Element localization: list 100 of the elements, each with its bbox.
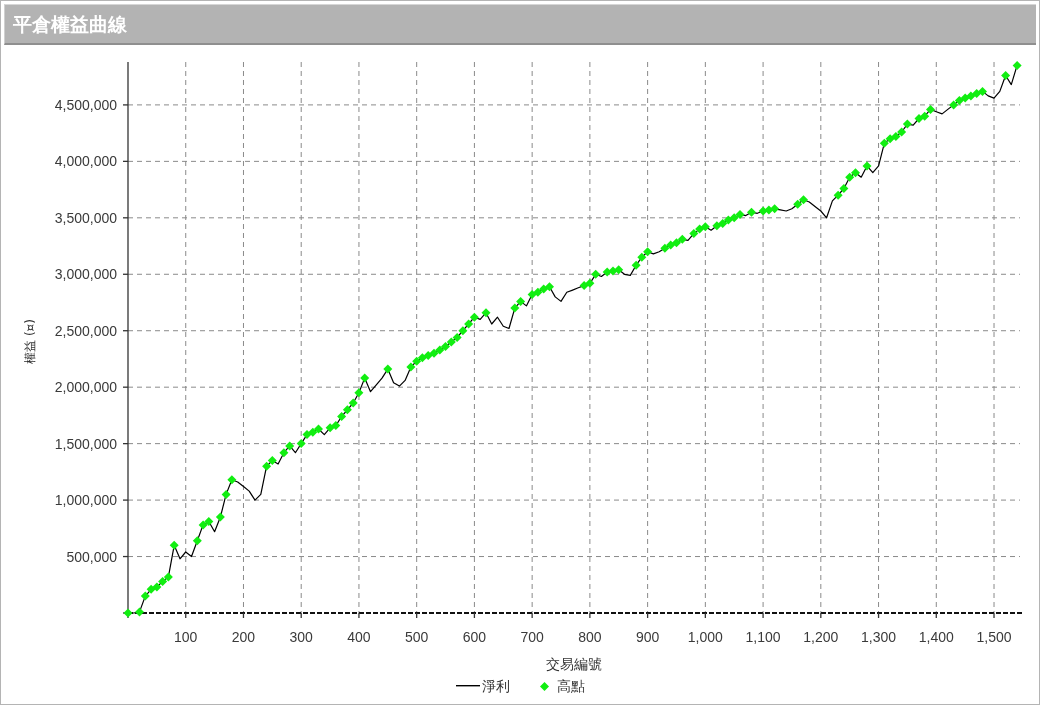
high-point-marker bbox=[1012, 60, 1022, 70]
high-point-marker bbox=[545, 282, 554, 292]
high-point-marker bbox=[949, 100, 959, 110]
high-point-marker bbox=[879, 138, 889, 148]
high-point-marker bbox=[123, 608, 133, 618]
high-point-marker bbox=[285, 441, 295, 451]
high-point-marker bbox=[631, 260, 641, 270]
high-point-marker bbox=[723, 215, 733, 225]
high-point-marker bbox=[700, 222, 710, 232]
axis-tick-label: 1,400 bbox=[918, 629, 954, 645]
high-point-marker bbox=[966, 91, 976, 101]
axis-tick-label: 1,200 bbox=[803, 629, 839, 645]
high-point-marker bbox=[914, 114, 924, 123]
high-point-marker bbox=[666, 240, 676, 250]
high-point-marker bbox=[198, 520, 208, 530]
high-point-marker bbox=[308, 427, 318, 437]
axis-tick-label: 1,500,000 bbox=[54, 435, 117, 452]
axis-tick-label: 100 bbox=[174, 629, 198, 645]
high-point-marker bbox=[862, 161, 872, 171]
high-point-marker bbox=[712, 221, 722, 231]
high-point-marker bbox=[135, 607, 144, 617]
high-point-marker bbox=[192, 536, 202, 546]
high-point-marker bbox=[441, 342, 450, 351]
high-point-marker bbox=[539, 284, 549, 294]
high-point-marker bbox=[614, 265, 624, 275]
high-point-marker bbox=[279, 448, 289, 458]
axis-tick-label: 900 bbox=[635, 629, 660, 645]
window-title: 平倉權益曲線 bbox=[13, 12, 127, 36]
axis-tick-label: 600 bbox=[462, 629, 487, 645]
high-point-marker bbox=[169, 540, 179, 550]
high-point-marker bbox=[383, 364, 393, 374]
high-point-marker bbox=[851, 168, 860, 178]
high-point-marker bbox=[793, 199, 803, 209]
high-point-marker bbox=[729, 213, 739, 223]
high-point-marker bbox=[435, 345, 445, 355]
axis-tick-label: 1,300 bbox=[861, 629, 897, 645]
axis-tick-label: 3,500,000 bbox=[54, 209, 117, 226]
high-point-marker bbox=[227, 475, 237, 485]
high-point-marker bbox=[163, 572, 173, 582]
axis-tick-label: 500,000 bbox=[66, 548, 117, 565]
high-point-marker bbox=[204, 517, 214, 526]
high-point-marker bbox=[591, 269, 601, 279]
high-point-marker bbox=[845, 172, 855, 182]
axis-tick-label: 500 bbox=[405, 629, 429, 645]
high-point-marker bbox=[221, 489, 231, 499]
high-point-marker bbox=[954, 95, 964, 105]
high-point-marker bbox=[902, 119, 912, 129]
high-point-marker bbox=[458, 326, 468, 336]
high-point-marker bbox=[510, 303, 520, 313]
high-point-marker bbox=[267, 456, 277, 466]
high-point-marker bbox=[579, 281, 589, 291]
high-point-marker bbox=[262, 461, 272, 471]
high-point-marker bbox=[897, 127, 907, 137]
high-point-marker bbox=[643, 247, 653, 257]
high-point-marker bbox=[891, 132, 901, 141]
high-point-marker bbox=[348, 398, 358, 408]
high-point-marker bbox=[158, 576, 168, 586]
high-point-marker bbox=[1001, 71, 1011, 80]
axis-tick-label: 300 bbox=[289, 629, 313, 645]
high-point-marker bbox=[481, 308, 491, 318]
high-point-marker bbox=[342, 405, 352, 415]
axis-tick-label: 700 bbox=[520, 629, 544, 645]
high-point-marker bbox=[637, 252, 647, 262]
high-point-marker bbox=[533, 287, 543, 297]
axis-tick-label: 2,000,000 bbox=[54, 379, 117, 396]
axis-tick-label: 200 bbox=[231, 629, 256, 645]
axis-tick-label: 400 bbox=[347, 629, 371, 645]
axis-tick-label: 800 bbox=[578, 629, 602, 645]
high-point-marker bbox=[464, 319, 474, 329]
high-point-marker bbox=[337, 412, 347, 421]
high-point-marker bbox=[660, 243, 670, 253]
axis-tick-label: 1,000,000 bbox=[54, 492, 117, 509]
high-point-marker bbox=[446, 337, 456, 347]
high-point-marker bbox=[978, 86, 987, 96]
high-point-marker bbox=[689, 229, 699, 239]
high-point-marker bbox=[972, 89, 982, 99]
high-point-marker bbox=[960, 93, 970, 103]
high-point-marker bbox=[417, 353, 427, 363]
axis-title: 權益 (¤) bbox=[22, 319, 37, 364]
high-point-marker bbox=[770, 204, 780, 214]
axis-tick-label: 1,500 bbox=[976, 629, 1012, 645]
high-point-marker bbox=[516, 296, 526, 306]
axis-tick-label: 2,500,000 bbox=[54, 322, 117, 339]
high-point-marker bbox=[429, 348, 439, 358]
axis-tick-label: 4,000,000 bbox=[54, 153, 117, 170]
high-point-marker bbox=[799, 195, 808, 205]
high-point-marker bbox=[833, 190, 843, 200]
high-point-marker bbox=[331, 421, 341, 431]
high-point-marker bbox=[677, 234, 687, 244]
high-point-marker bbox=[146, 584, 156, 594]
high-point-marker bbox=[839, 184, 849, 193]
axis-tick-label: 1,100 bbox=[745, 629, 781, 645]
high-point-marker bbox=[926, 104, 935, 114]
high-point-marker bbox=[215, 512, 225, 522]
high-point-marker bbox=[140, 591, 150, 601]
high-point-marker bbox=[885, 134, 895, 144]
axis-tick-label: 1,000 bbox=[687, 629, 723, 645]
high-point-marker bbox=[747, 207, 756, 217]
high-point-marker bbox=[452, 333, 462, 342]
high-point-marker bbox=[302, 430, 312, 440]
